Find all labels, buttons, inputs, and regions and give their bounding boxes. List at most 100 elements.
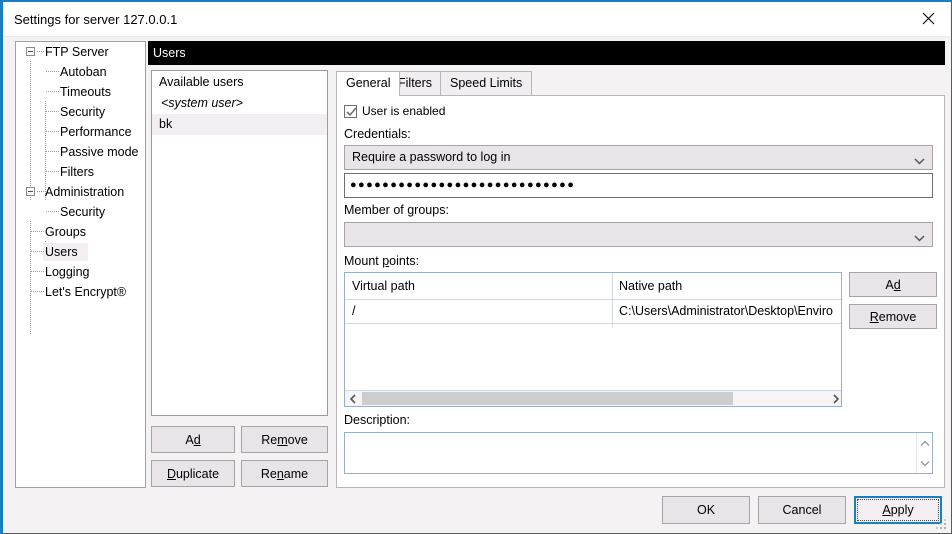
list-item[interactable]: <system user> (152, 93, 327, 114)
cell-virtual-path: / (352, 304, 356, 318)
duplicate-user-button[interactable]: Duplicate (151, 460, 235, 487)
duplicate-user-label: Duplicate (166, 466, 220, 481)
available-users-label: Available users (159, 75, 244, 89)
sidebar-item-groups[interactable]: Groups (16, 222, 145, 242)
add-user-button[interactable]: Ad (151, 426, 235, 453)
user-enabled-checkbox[interactable]: User is enabled (344, 104, 445, 118)
tree-connector (46, 91, 59, 92)
mount-remove-button[interactable]: Remove (849, 304, 937, 329)
sidebar-item-label: Groups (45, 225, 86, 239)
tab-speed-limits[interactable]: Speed Limits (440, 71, 533, 95)
tree-connector (46, 171, 59, 172)
chevron-up-icon[interactable] (917, 435, 932, 451)
sidebar-item-label: Filters (60, 165, 95, 179)
sidebar-item-label: Timeouts (60, 85, 111, 99)
sidebar-item-logging[interactable]: Logging (16, 262, 145, 282)
chevron-down-icon[interactable] (917, 455, 932, 471)
sidebar-item-label: Performance (60, 125, 132, 139)
horizontal-scrollbar[interactable] (345, 390, 841, 406)
sidebar-item-autoban[interactable]: Autoban (16, 62, 145, 82)
sidebar-item-security[interactable]: Security (16, 202, 145, 222)
cancel-button[interactable]: Cancel (758, 496, 846, 524)
sidebar-item-label: FTP Server (45, 45, 109, 59)
rename-user-label: Rename (260, 466, 309, 481)
user-enabled-label: User is enabled (362, 104, 446, 118)
mount-remove-label: Remove (869, 309, 917, 324)
mount-add-label: Ad (885, 277, 901, 292)
column-header-native-path[interactable]: Native path (619, 273, 682, 300)
apply-button[interactable]: Apply (854, 496, 942, 524)
remove-user-button[interactable]: Remove (241, 426, 328, 453)
tree-connector (46, 131, 59, 132)
table-row[interactable]: / C:\Users\Administrator\Desktop\Enviro (345, 300, 841, 322)
available-users-list[interactable]: Available users <system user> bk (151, 70, 328, 416)
sidebar-item-label: Security (60, 105, 106, 119)
description-textarea[interactable] (344, 432, 933, 474)
chevron-left-icon[interactable] (345, 391, 361, 406)
sidebar-item-users[interactable]: Users (16, 242, 145, 262)
member-of-groups-select[interactable] (344, 222, 933, 247)
rename-user-button[interactable]: Rename (241, 460, 328, 487)
cell-native-path: C:\Users\Administrator\Desktop\Enviro (619, 304, 833, 318)
tree-connector (46, 71, 59, 72)
tab-page-general: User is enabled Credentials: Require a p… (336, 95, 945, 488)
password-field[interactable]: ●●●●●●●●●●●●●●●●●●●●●●●●●●●● (344, 173, 933, 198)
sidebar-item-performance[interactable]: Performance (16, 122, 145, 142)
sidebar-item-let-s-encrypt[interactable]: Let's Encrypt® (16, 282, 145, 302)
sidebar-item-passive-mode[interactable]: Passive mode (16, 142, 145, 162)
title-bar: Settings for server 127.0.0.1 (3, 2, 950, 37)
resize-grip[interactable] (936, 519, 948, 531)
sidebar-item-label: Administration (45, 185, 125, 199)
sidebar-item-label: Passive mode (60, 145, 139, 159)
settings-tree[interactable]: FTP Server Autoban Timeouts Security Perform… (15, 41, 146, 488)
credentials-select[interactable]: Require a password to log in (344, 145, 933, 170)
tree-connector (31, 251, 44, 252)
password-masked-value: ●●●●●●●●●●●●●●●●●●●●●●●●●●●● (350, 179, 576, 191)
chevron-right-icon[interactable] (827, 391, 841, 406)
scrollbar-thumb[interactable] (362, 392, 733, 405)
chevron-down-icon (914, 154, 925, 168)
mount-points-header-row: Virtual path Native path (345, 273, 841, 300)
description-scrollbar[interactable] (916, 433, 932, 473)
sidebar-item-administration[interactable]: Administration (16, 182, 145, 202)
apply-label: Apply (882, 503, 914, 517)
cancel-label: Cancel (782, 503, 822, 517)
tab-general[interactable]: General (336, 71, 401, 96)
close-icon[interactable] (906, 2, 950, 35)
expander-collapse-icon[interactable] (26, 47, 35, 56)
remove-user-label: Remove (261, 432, 308, 447)
mount-add-button[interactable]: Ad (849, 272, 937, 297)
tab-strip: General Filters Speed Limits (336, 71, 945, 96)
tree-connector (37, 51, 44, 52)
ok-label: OK (696, 503, 716, 517)
sidebar-item-label: Logging (45, 265, 90, 279)
window-title: Settings for server 127.0.0.1 (14, 12, 178, 27)
column-header-virtual-path[interactable]: Virtual path (352, 273, 415, 300)
sidebar-item-label: Autoban (60, 65, 107, 79)
tree-connector (31, 291, 44, 292)
mount-points-table[interactable]: Virtual path Native path / C:\Users\Admi… (344, 272, 842, 407)
sidebar-item-ftp-server[interactable]: FTP Server (16, 42, 145, 62)
credentials-selected-value: Require a password to log in (352, 150, 511, 164)
checkbox-box (344, 104, 357, 118)
ok-button[interactable]: OK (662, 496, 750, 524)
sidebar-item-security[interactable]: Security (16, 102, 145, 122)
tree-connector (31, 271, 44, 272)
tree-connector (31, 231, 44, 232)
sidebar-item-label: Security (60, 205, 106, 219)
sidebar-item-label: Let's Encrypt® (45, 285, 127, 299)
sidebar-item-filters[interactable]: Filters (16, 162, 145, 182)
sidebar-item-timeouts[interactable]: Timeouts (16, 82, 145, 102)
list-item[interactable]: bk (152, 114, 327, 135)
member-of-groups-label: Member of groups: (344, 203, 449, 217)
mount-points-label: Mount points: (344, 254, 420, 268)
add-user-label: Ad (185, 432, 201, 447)
list-item-label: <system user> (161, 96, 243, 110)
description-label: Description: (344, 413, 410, 427)
tree-connector (46, 151, 59, 152)
section-header-users: Users (148, 41, 945, 65)
expander-collapse-icon[interactable] (26, 187, 35, 196)
tree-rows: FTP Server Autoban Timeouts Security Perform… (16, 42, 145, 302)
chevron-down-icon (914, 231, 925, 245)
tree-connector (46, 111, 59, 112)
